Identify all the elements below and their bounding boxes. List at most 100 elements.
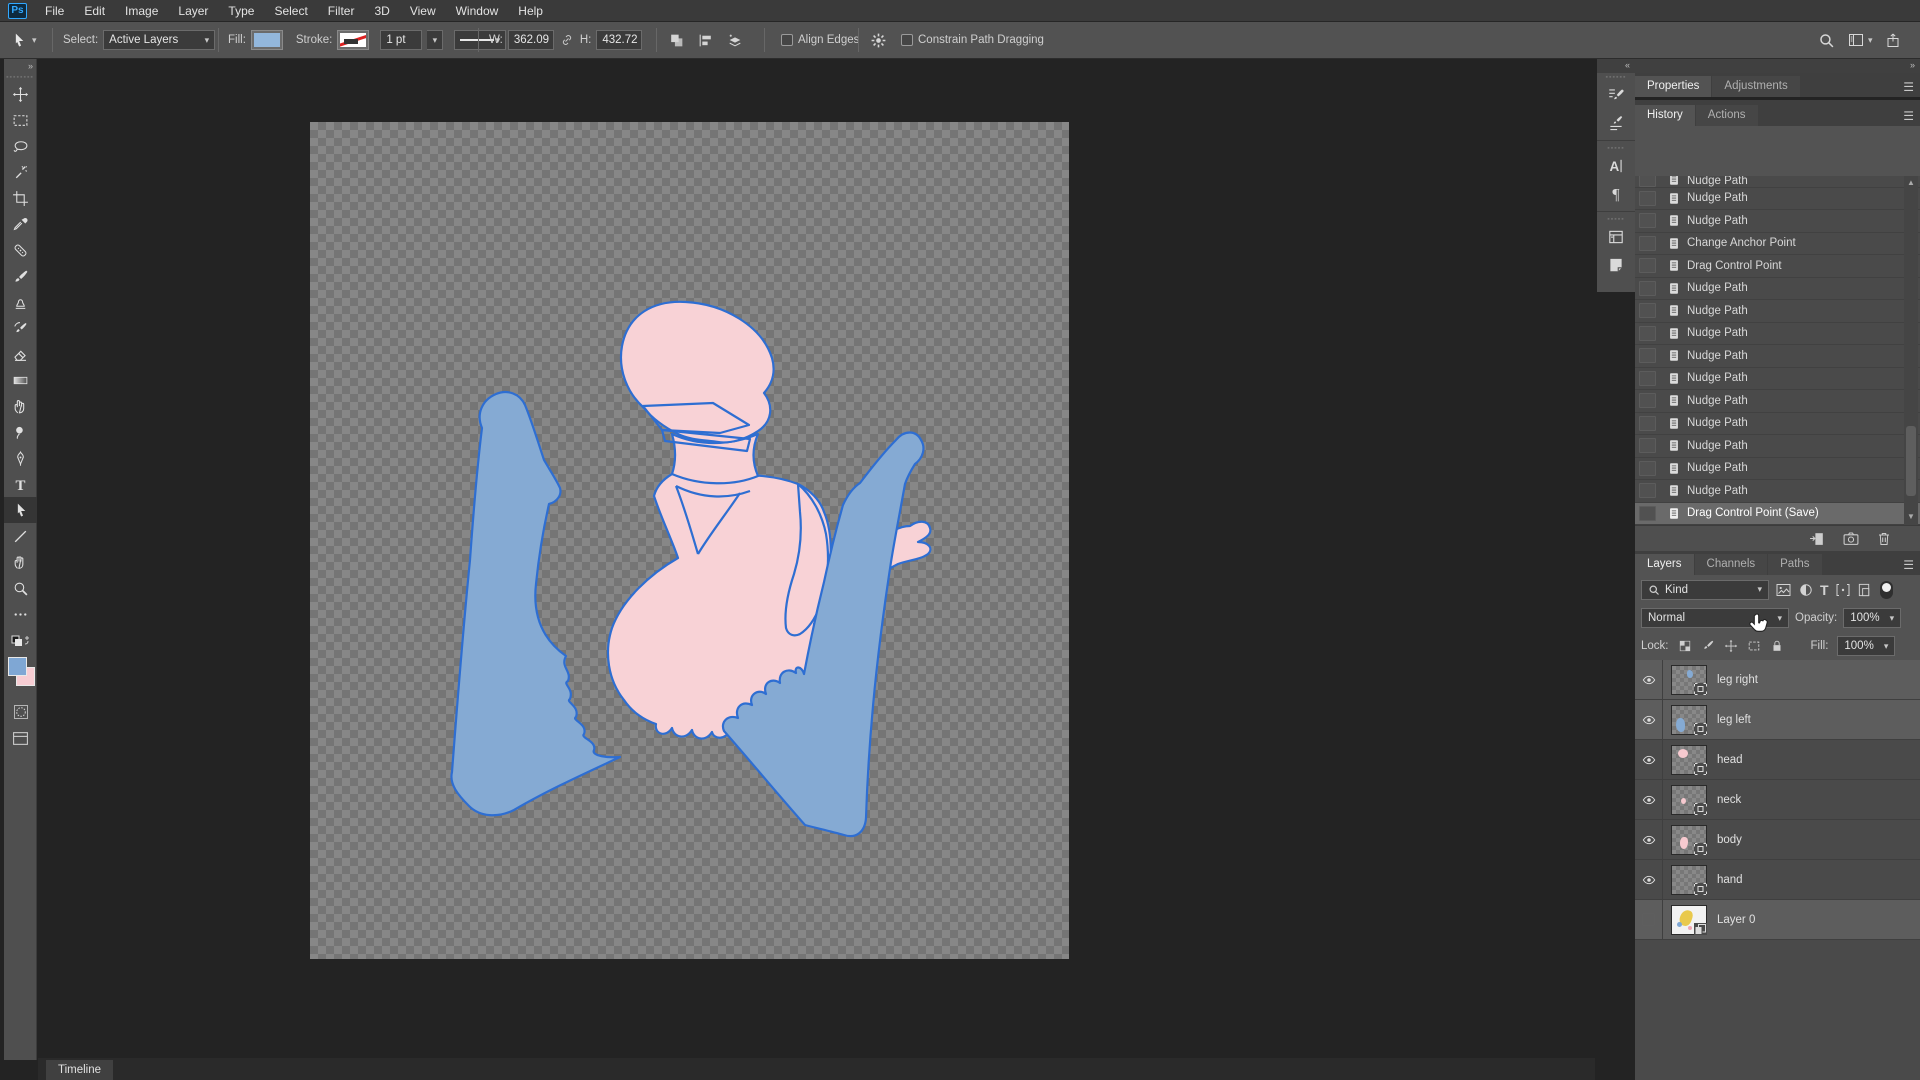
tab-history[interactable]: History — [1635, 105, 1695, 126]
lock-all-icon[interactable] — [1770, 639, 1784, 653]
stroke-width-dropdown[interactable]: ▾ — [427, 30, 443, 50]
search-icon[interactable] — [1818, 32, 1835, 49]
history-row[interactable]: Change Anchor Point — [1635, 233, 1920, 256]
menu-view[interactable]: View — [400, 0, 446, 22]
toolbar-grip[interactable]: ▪▪▪▪▪▪▪▪ — [4, 73, 36, 81]
menu-type[interactable]: Type — [218, 0, 264, 22]
layer-name[interactable]: Layer 0 — [1717, 914, 1755, 926]
history-source-well[interactable] — [1639, 326, 1656, 341]
tool-rectangular-marquee[interactable] — [4, 107, 37, 133]
layer-name[interactable]: leg right — [1717, 674, 1758, 686]
new-snapshot-camera-icon[interactable] — [1842, 530, 1860, 547]
panels-collapse-button[interactable]: » — [1635, 59, 1920, 73]
lock-position-icon[interactable] — [1724, 639, 1738, 653]
panel-menu-icon[interactable]: ☰ — [1903, 558, 1914, 575]
tool-clone-stamp[interactable] — [4, 289, 37, 315]
layer-filtering-toggle[interactable] — [1880, 581, 1893, 599]
layer-row-Layer-0[interactable]: Layer 0 — [1635, 900, 1920, 940]
layer-name[interactable]: neck — [1717, 794, 1741, 806]
filter-type-layers-icon[interactable]: T — [1820, 582, 1829, 598]
fill-swatch[interactable] — [251, 30, 283, 50]
tool-lasso[interactable] — [4, 133, 37, 159]
history-source-well[interactable] — [1639, 191, 1656, 206]
history-row[interactable]: Nudge Path — [1635, 300, 1920, 323]
layer-name[interactable]: body — [1717, 834, 1742, 846]
layer-name[interactable]: leg left — [1717, 714, 1751, 726]
layer-visibility-toggle[interactable] — [1635, 780, 1663, 820]
tool-type[interactable]: T — [4, 471, 37, 497]
constrain-path-dragging-checkbox[interactable] — [901, 34, 913, 46]
tool-smudge[interactable] — [4, 393, 37, 419]
scroll-thumb[interactable] — [1906, 426, 1916, 496]
tab-timeline[interactable]: Timeline — [46, 1060, 113, 1080]
history-row[interactable]: Nudge Path — [1635, 368, 1920, 391]
dock-brush-settings[interactable] — [1597, 81, 1635, 109]
menu-help[interactable]: Help — [508, 0, 553, 22]
filter-smart-objects-icon[interactable] — [1857, 582, 1872, 598]
history-source-well[interactable] — [1639, 303, 1656, 318]
tool-move[interactable] — [4, 81, 37, 107]
history-source-well[interactable] — [1639, 483, 1656, 498]
arrange-paths-icon[interactable] — [726, 32, 744, 49]
tool-pen[interactable] — [4, 445, 37, 471]
layer-thumbnail[interactable] — [1671, 665, 1707, 695]
layer-thumbnail[interactable] — [1671, 865, 1707, 895]
link-dimensions-icon[interactable] — [559, 32, 575, 48]
history-row[interactable]: Drag Control Point — [1635, 255, 1920, 278]
history-source-well[interactable] — [1639, 258, 1656, 273]
history-row[interactable]: Nudge Path — [1635, 278, 1920, 301]
layer-visibility-toggle[interactable] — [1635, 900, 1663, 940]
filter-adjustment-layers-icon[interactable] — [1798, 582, 1814, 598]
dock-character[interactable]: A — [1597, 152, 1635, 180]
layer-visibility-toggle[interactable] — [1635, 860, 1663, 900]
layer-row-hand[interactable]: hand — [1635, 860, 1920, 900]
foreground-color-swatch[interactable] — [8, 657, 27, 676]
delete-state-trash-icon[interactable] — [1876, 530, 1892, 547]
filter-pixel-layers-icon[interactable] — [1775, 582, 1792, 598]
lock-transparent-pixels-icon[interactable] — [1678, 639, 1692, 653]
tab-adjustments[interactable]: Adjustments — [1712, 76, 1799, 97]
history-source-well[interactable] — [1639, 213, 1656, 228]
history-row[interactable]: Nudge Path — [1635, 176, 1920, 188]
menu-layer[interactable]: Layer — [168, 0, 218, 22]
document-canvas[interactable] — [310, 122, 1069, 959]
tool-eraser[interactable] — [4, 341, 37, 367]
layer-filter-kind-dropdown[interactable]: Kind ▾ — [1641, 580, 1769, 600]
tab-actions[interactable]: Actions — [1696, 105, 1758, 126]
stroke-swatch[interactable] — [337, 30, 369, 50]
history-source-well[interactable] — [1639, 393, 1656, 408]
history-source-well[interactable] — [1639, 461, 1656, 476]
tool-magic-wand[interactable] — [4, 159, 37, 185]
tool-eyedropper[interactable] — [4, 211, 37, 237]
history-source-well[interactable] — [1639, 371, 1656, 386]
tab-layers[interactable]: Layers — [1635, 554, 1694, 575]
history-row[interactable]: Nudge Path — [1635, 188, 1920, 211]
layer-visibility-toggle[interactable] — [1635, 740, 1663, 780]
history-row[interactable]: Nudge Path — [1635, 390, 1920, 413]
layer-thumbnail[interactable] — [1671, 785, 1707, 815]
tool-line[interactable] — [4, 523, 37, 549]
dock-collapse-button[interactable]: « — [1597, 59, 1635, 73]
history-source-well[interactable] — [1639, 506, 1656, 521]
layer-row-head[interactable]: head — [1635, 740, 1920, 780]
history-row[interactable]: Nudge Path — [1635, 323, 1920, 346]
layer-name[interactable]: hand — [1717, 874, 1743, 886]
tool-edit-toolbar[interactable] — [4, 601, 37, 627]
layer-visibility-toggle[interactable] — [1635, 660, 1663, 700]
dock-layer-comps[interactable] — [1597, 223, 1635, 251]
lock-image-pixels-icon[interactable] — [1701, 639, 1715, 653]
tab-paths[interactable]: Paths — [1768, 554, 1821, 575]
history-source-well[interactable] — [1639, 348, 1656, 363]
history-row[interactable]: Nudge Path — [1635, 210, 1920, 233]
layer-visibility-toggle[interactable] — [1635, 820, 1663, 860]
layer-name[interactable]: head — [1717, 754, 1743, 766]
history-row[interactable]: Nudge Path — [1635, 435, 1920, 458]
history-row[interactable]: Nudge Path — [1635, 480, 1920, 503]
layer-thumbnail[interactable] — [1671, 745, 1707, 775]
history-source-well[interactable] — [1639, 236, 1656, 251]
new-document-from-state-icon[interactable] — [1809, 530, 1826, 547]
swap-colors-icon[interactable] — [4, 633, 37, 651]
dock-notes[interactable] — [1597, 251, 1635, 279]
align-edges-checkbox[interactable] — [781, 34, 793, 46]
toolbar-collapse-button[interactable]: » — [4, 59, 36, 73]
